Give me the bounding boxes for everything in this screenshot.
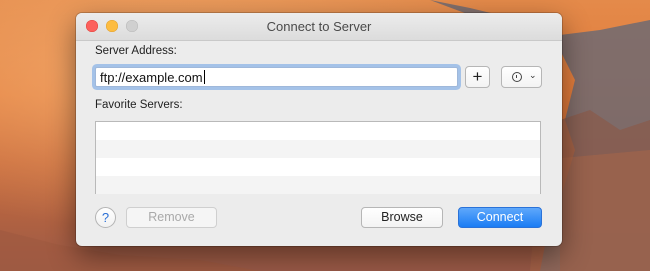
help-button[interactable]: ? (95, 207, 116, 228)
connect-button[interactable]: Connect (458, 207, 542, 228)
server-address-value: ftp://example.com (100, 70, 203, 85)
list-item[interactable] (96, 176, 540, 194)
chevron-down-icon: ⌄ (529, 70, 537, 80)
server-address-input[interactable]: ftp://example.com (95, 67, 458, 87)
server-address-label: Server Address: (95, 45, 177, 57)
connect-to-server-window: Connect to Server Server Address: ftp://… (76, 13, 562, 246)
window-title: Connect to Server (266, 19, 372, 34)
favorite-servers-label: Favorite Servers: (95, 99, 183, 111)
list-item[interactable] (96, 122, 540, 140)
text-caret (203, 70, 205, 84)
list-item[interactable] (96, 158, 540, 176)
recent-servers-button[interactable]: ⌄ (501, 66, 542, 88)
favorite-servers-list[interactable] (95, 121, 541, 194)
remove-button[interactable]: Remove (126, 207, 217, 228)
clock-icon (512, 72, 522, 82)
title-bar[interactable]: Connect to Server (76, 13, 562, 41)
add-favorite-button[interactable]: + (465, 66, 490, 88)
list-item[interactable] (96, 140, 540, 158)
browse-button[interactable]: Browse (361, 207, 443, 228)
